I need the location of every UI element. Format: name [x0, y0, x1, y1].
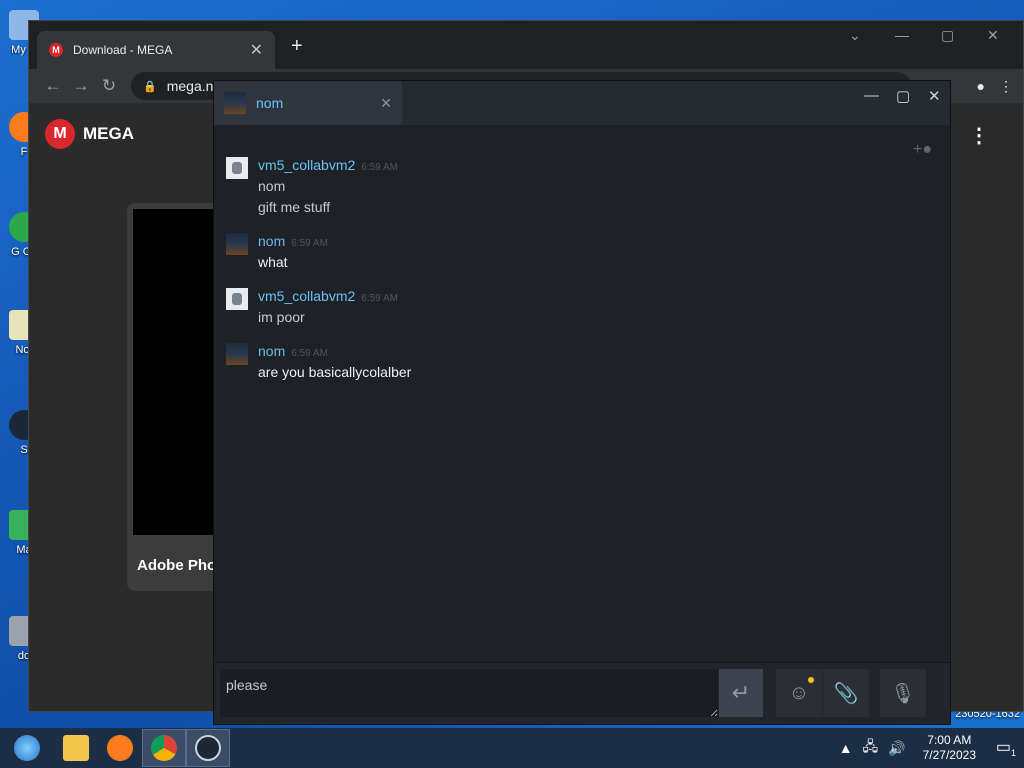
chat-message-input[interactable] — [220, 669, 718, 717]
clock[interactable]: 7:00 AM 7/27/2023 — [923, 733, 976, 763]
clock-time: 7:00 AM — [927, 733, 972, 747]
message-time: 6:59 AM — [361, 162, 398, 173]
avatar[interactable] — [226, 157, 248, 179]
maximize-button[interactable]: ▢ — [941, 27, 954, 44]
friend-avatar — [224, 92, 246, 114]
forward-icon[interactable]: → — [67, 76, 95, 96]
sender-name[interactable]: nom — [258, 343, 285, 359]
chat-tab-name: nom — [256, 95, 284, 111]
send-button[interactable]: ↵ — [719, 669, 763, 717]
clock-date: 7/27/2023 — [922, 748, 976, 762]
message-text: im poor — [258, 309, 305, 325]
message-group: nom 6:59 AM what — [226, 233, 926, 270]
steam-chat-window: nom ✕ — ▢ ✕ +● vm5_collabvm2 6:59 AM nom… — [213, 80, 951, 725]
taskbar-explorer[interactable] — [54, 729, 98, 767]
chat-tabbar: nom ✕ — ▢ ✕ — [214, 81, 950, 125]
taskbar-firefox[interactable] — [98, 729, 142, 767]
emoticon-button[interactable]: ☺ — [776, 669, 822, 717]
sender-name[interactable]: vm5_collabvm2 — [258, 288, 355, 304]
mega-logo-icon: M — [45, 119, 75, 149]
start-button[interactable] — [0, 729, 54, 767]
browser-tab-title: Download - MEGA — [73, 43, 173, 57]
close-window-button[interactable]: ✕ — [987, 27, 999, 44]
lock-icon: 🔒 — [143, 80, 157, 93]
chat-composer: ↵ ☺ 📎 🎙 — [214, 662, 950, 724]
browser-menu-icon[interactable]: ⋮ — [999, 78, 1013, 95]
url-text: mega.n — [166, 78, 214, 94]
close-chat-tab-icon[interactable]: ✕ — [380, 95, 392, 112]
folder-icon — [63, 735, 89, 761]
browser-tab-mega[interactable]: M Download - MEGA ✕ — [37, 31, 275, 69]
page-menu-icon[interactable]: ⋮ — [969, 123, 989, 148]
taskbar-chrome[interactable] — [142, 729, 186, 767]
system-tray: ▲ 🖧 🔊 7:00 AM 7/27/2023 ▭1 — [834, 733, 1024, 763]
firefox-icon — [107, 735, 133, 761]
notification-count: 1 — [1011, 748, 1017, 759]
chat-maximize-button[interactable]: ▢ — [896, 87, 910, 105]
avatar[interactable] — [226, 343, 248, 365]
mega-logo[interactable]: M MEGA — [45, 119, 134, 149]
new-tab-button[interactable]: + — [291, 35, 303, 58]
avatar[interactable] — [226, 233, 248, 255]
mega-logo-text: MEGA — [83, 124, 134, 143]
message-text: gift me stuff — [258, 199, 331, 215]
reload-icon[interactable]: ↻ — [95, 76, 123, 96]
sender-name[interactable]: nom — [258, 233, 285, 249]
back-icon[interactable]: ← — [39, 76, 67, 96]
notification-center-icon[interactable]: ▭1 — [988, 737, 1024, 758]
message-time: 6:59 AM — [361, 293, 398, 304]
chat-minimize-button[interactable]: — — [864, 87, 879, 104]
attach-button[interactable]: 📎 — [823, 669, 869, 717]
show-hidden-icons-icon[interactable]: ▲ — [839, 740, 853, 756]
chrome-icon — [151, 735, 177, 761]
paperclip-icon: 📎 — [833, 682, 859, 705]
message-group: nom 6:59 AM are you basicallycolalber — [226, 343, 926, 380]
minimize-button[interactable]: — — [895, 27, 909, 43]
sender-name[interactable]: vm5_collabvm2 — [258, 157, 355, 173]
smiley-icon: ☺ — [788, 681, 810, 704]
taskbar: ▲ 🖧 🔊 7:00 AM 7/27/2023 ▭1 — [0, 728, 1024, 768]
message-group: vm5_collabvm2 6:59 AM nom gift me stuff — [226, 157, 926, 215]
file-title: Adobe Pho — [137, 557, 217, 574]
chat-close-button[interactable]: ✕ — [928, 87, 941, 105]
taskbar-steam[interactable] — [186, 729, 230, 767]
profile-icon[interactable]: ● — [977, 78, 985, 95]
message-list: vm5_collabvm2 6:59 AM nom gift me stuff … — [226, 157, 926, 398]
message-time: 6:59 AM — [291, 238, 328, 249]
volume-icon[interactable]: 🔊 — [888, 740, 905, 757]
chat-tab-nom[interactable]: nom ✕ — [214, 81, 402, 125]
voice-button[interactable]: 🎙 — [880, 669, 926, 717]
message-text: are you basicallycolalber — [258, 364, 412, 380]
message-group: vm5_collabvm2 6:59 AM im poor — [226, 288, 926, 325]
steam-icon — [195, 735, 221, 761]
message-time: 6:59 AM — [291, 348, 328, 359]
network-icon[interactable]: 🖧 — [863, 736, 879, 760]
tab-search-icon[interactable]: ⌄ — [849, 27, 861, 44]
microphone-icon: 🎙 — [890, 682, 916, 705]
windows-logo-icon — [14, 735, 40, 761]
close-tab-icon[interactable]: ✕ — [250, 40, 263, 60]
new-indicator-dot — [808, 677, 814, 683]
message-text: nom — [258, 178, 286, 194]
avatar[interactable] — [226, 288, 248, 310]
enter-arrow-icon: ↵ — [731, 680, 751, 705]
mega-favicon-icon: M — [49, 43, 63, 57]
message-text: what — [258, 254, 288, 270]
browser-tabbar: M Download - MEGA ✕ + ⌄ — ▢ ✕ — [29, 21, 1023, 69]
